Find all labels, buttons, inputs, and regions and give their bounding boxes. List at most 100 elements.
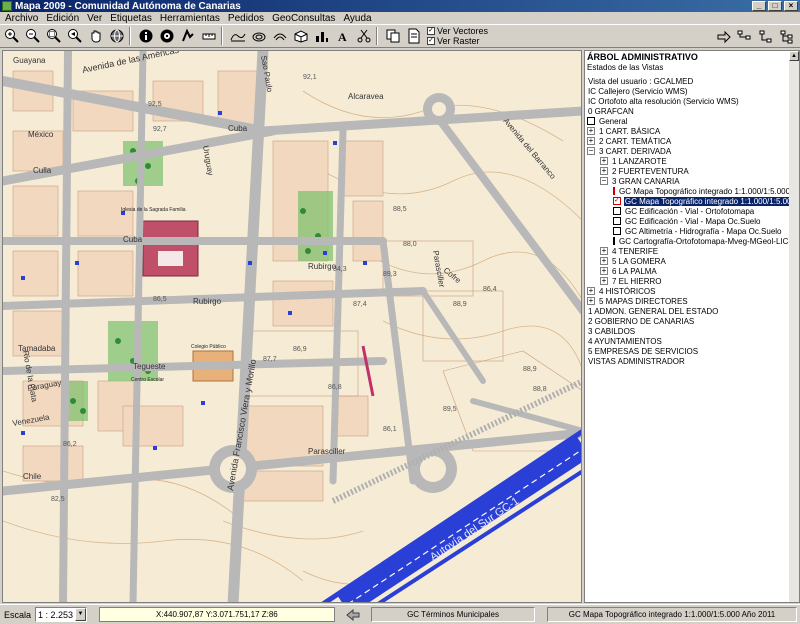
map-canvas[interactable]: Guayana Avenida de las Américas Uruguay …: [3, 51, 582, 603]
tree-item[interactable]: GC Altimetría - Hidrografía - Mapa Oc.Su…: [585, 226, 799, 236]
expand-icon[interactable]: +: [587, 287, 595, 295]
street-label: Alcaravea: [348, 92, 384, 101]
profile-button[interactable]: [229, 27, 247, 45]
measure-button[interactable]: [200, 27, 218, 45]
copy-button[interactable]: [384, 27, 402, 45]
menu-geoconsultas[interactable]: GeoConsultas: [269, 13, 338, 24]
volume-button[interactable]: [292, 27, 310, 45]
tree-item[interactable]: −3 CART. DERIVADA: [585, 146, 799, 156]
tree-item[interactable]: +4 HISTÓRICOS: [585, 286, 799, 296]
maximize-button[interactable]: □: [768, 1, 782, 11]
collapse-icon[interactable]: −: [587, 147, 595, 155]
next-arrow-button[interactable]: [715, 28, 733, 46]
ver-vectores-check[interactable]: ✓ Ver Vectores: [427, 26, 488, 36]
tree-item-label: GC Edificación - Vial - Ortofotomapa: [625, 206, 755, 216]
tree-item[interactable]: GC Edificación - Vial - Ortofotomapa: [585, 206, 799, 216]
zoom-out-button[interactable]: [24, 27, 42, 45]
checkbox-icon[interactable]: ✓: [613, 197, 621, 205]
tree-item[interactable]: 1 ADMON. GENERAL DEL ESTADO: [585, 306, 799, 316]
expand-icon[interactable]: +: [600, 267, 608, 275]
text-tool-button[interactable]: A: [334, 27, 352, 45]
scroll-up-button[interactable]: ▲: [789, 51, 799, 61]
checkbox-icon[interactable]: [587, 117, 595, 125]
tree-item[interactable]: +5 LA GOMERA: [585, 256, 799, 266]
tool-split-button[interactable]: [355, 27, 373, 45]
expand-icon[interactable]: +: [587, 137, 595, 145]
expand-icon[interactable]: +: [600, 257, 608, 265]
expand-icon[interactable]: +: [600, 167, 608, 175]
menu-archivo[interactable]: Archivo: [2, 13, 41, 24]
expand-icon[interactable]: +: [587, 127, 595, 135]
checkbox-icon[interactable]: [613, 227, 621, 235]
zoom-in-button[interactable]: [3, 27, 21, 45]
menu-herramientas[interactable]: Herramientas: [157, 13, 223, 24]
pan-button[interactable]: [87, 27, 105, 45]
chart-button[interactable]: [313, 27, 331, 45]
tree-item[interactable]: Vista del usuario : GCALMED: [585, 76, 799, 86]
tree-item[interactable]: 3 CABILDOS: [585, 326, 799, 336]
tree-item-label: 1 LANZAROTE: [612, 156, 667, 166]
tree-item[interactable]: GC Edificación - Vial - Mapa Oc.Suelo: [585, 216, 799, 226]
tree-item[interactable]: −3 GRAN CANARIA: [585, 176, 799, 186]
tree-item[interactable]: +5 MAPAS DIRECTORES: [585, 296, 799, 306]
minimize-button[interactable]: _: [752, 1, 766, 11]
tree-list: Vista del usuario : GCALMED IC Callejero …: [585, 76, 799, 366]
tree-item[interactable]: GC Mapa Topográfico integrado 1:1.000/1:…: [585, 186, 799, 196]
checkbox-icon[interactable]: [613, 187, 615, 195]
route-button[interactable]: [179, 27, 197, 45]
back-arrow-button[interactable]: [345, 607, 361, 622]
tree-item[interactable]: IC Callejero (Servicio WMS): [585, 86, 799, 96]
tree-item[interactable]: +2 CART. TEMÁTICA: [585, 136, 799, 146]
menu-ayuda[interactable]: Ayuda: [340, 13, 374, 24]
globe-button[interactable]: [108, 27, 126, 45]
tree-item[interactable]: +2 FUERTEVENTURA: [585, 166, 799, 176]
tree-options-button[interactable]: [778, 28, 796, 46]
tree-item[interactable]: GC Cartografía-Ortofotomapa-Mveg-MGeol-L…: [585, 236, 799, 246]
contour-icon: [273, 33, 287, 41]
checkbox-icon[interactable]: [613, 237, 615, 245]
expand-icon[interactable]: +: [600, 277, 608, 285]
tree-item[interactable]: +1 LANZAROTE: [585, 156, 799, 166]
tree-item[interactable]: 5 EMPRESAS DE SERVICIOS: [585, 346, 799, 356]
zoom-previous-icon: [68, 29, 82, 43]
scale-value: 1 : 2.253: [38, 609, 74, 620]
checkbox-icon[interactable]: [613, 207, 621, 215]
map-view[interactable]: Guayana Avenida de las Américas Uruguay …: [2, 50, 582, 603]
tree-item[interactable]: VISTAS ADMINISTRADOR: [585, 356, 799, 366]
chevron-down-icon[interactable]: ▼: [75, 608, 87, 621]
tree-item[interactable]: 0 GRAFCAN: [585, 106, 799, 116]
tree-item[interactable]: +1 CART. BÁSICA: [585, 126, 799, 136]
area-button[interactable]: [250, 27, 268, 45]
expand-icon[interactable]: +: [600, 157, 608, 165]
zoom-window-button[interactable]: [45, 27, 63, 45]
tree-item[interactable]: 2 GOBIERNO DE CANARIAS: [585, 316, 799, 326]
tree-collapse-button[interactable]: [757, 28, 775, 46]
menu-edicion[interactable]: Edición: [43, 13, 82, 24]
tree-item[interactable]: +6 LA PALMA: [585, 266, 799, 276]
tree-icon: [780, 30, 793, 44]
info-plus-button[interactable]: [158, 27, 176, 45]
tree-item[interactable]: 4 AYUNTAMIENTOS: [585, 336, 799, 346]
tree-item[interactable]: ✓ GC Mapa Topográfico integrado 1:1.000/1…: [585, 196, 799, 206]
tree-item[interactable]: IC Ortofoto alta resolución (Servicio WM…: [585, 96, 799, 106]
scale-select[interactable]: 1 : 2.253 ▼: [35, 607, 88, 622]
ver-raster-check[interactable]: ✓ Ver Raster: [427, 36, 488, 46]
close-button[interactable]: ×: [784, 1, 798, 11]
menu-ver[interactable]: Ver: [84, 13, 105, 24]
tree-scrollbar[interactable]: ▲: [789, 51, 799, 602]
tree-expand-button[interactable]: [736, 28, 754, 46]
checkbox-icon[interactable]: [613, 217, 621, 225]
expand-icon[interactable]: +: [587, 297, 595, 305]
tree-item[interactable]: +4 TENERIFE: [585, 246, 799, 256]
menu-etiquetas[interactable]: Etiquetas: [107, 13, 155, 24]
info-button[interactable]: [137, 27, 155, 45]
zoom-previous-button[interactable]: [66, 27, 84, 45]
tree-item[interactable]: +7 EL HIERRO: [585, 276, 799, 286]
arrow-left-icon: [346, 608, 360, 621]
print-button[interactable]: [405, 27, 423, 45]
expand-icon[interactable]: +: [600, 247, 608, 255]
contour-button[interactable]: [271, 27, 289, 45]
tree-item[interactable]: General: [585, 116, 799, 126]
collapse-icon[interactable]: −: [600, 177, 608, 185]
menu-pedidos[interactable]: Pedidos: [225, 13, 267, 24]
